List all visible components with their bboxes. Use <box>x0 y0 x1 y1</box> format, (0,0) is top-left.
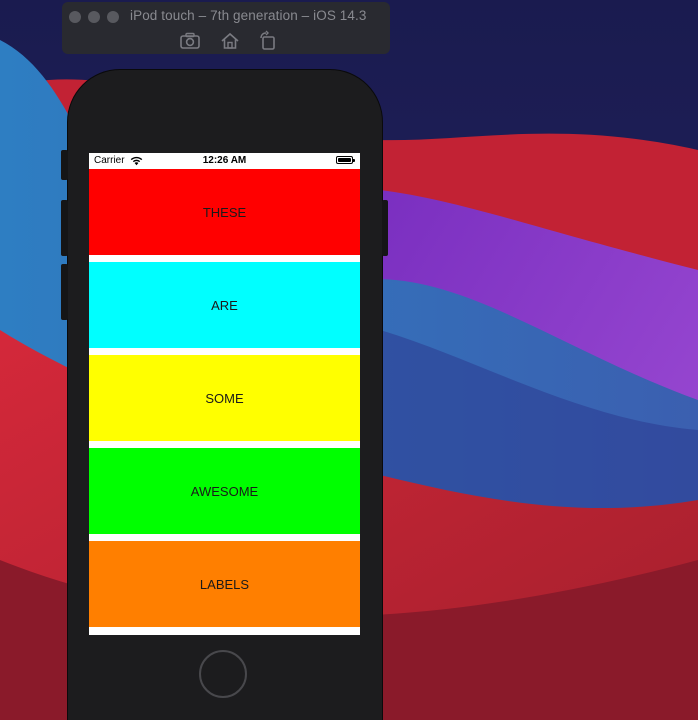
label-text: LABELS <box>199 576 250 592</box>
label-some: SOME <box>89 355 360 441</box>
zoom-window-button[interactable] <box>107 11 119 23</box>
rotate-icon[interactable] <box>257 30 279 52</box>
close-window-button[interactable] <box>69 11 81 23</box>
minimize-window-button[interactable] <box>88 11 100 23</box>
label-labels: LABELS <box>89 541 360 627</box>
simulator-title-bar: iPod touch – 7th generation – iOS 14.3 <box>62 2 390 54</box>
screenshot-icon[interactable] <box>179 30 201 52</box>
label-text: ARE <box>211 297 238 313</box>
home-button[interactable] <box>199 650 247 698</box>
simulator-title: iPod touch – 7th generation – iOS 14.3 <box>130 8 367 23</box>
status-bar: Carrier 12:26 AM <box>89 153 360 169</box>
status-time: 12:26 AM <box>202 155 247 166</box>
label-awesome: AWESOME <box>89 448 360 534</box>
label-text: THESE <box>202 204 247 220</box>
label-these: THESE <box>89 169 360 255</box>
label-text: SOME <box>205 390 244 406</box>
home-icon[interactable] <box>219 30 241 52</box>
volume-up-button <box>61 200 68 256</box>
power-button <box>382 200 388 256</box>
battery-icon <box>336 156 355 164</box>
label-are: ARE <box>89 262 360 348</box>
label-text: AWESOME <box>190 483 259 499</box>
volume-down-button <box>61 264 68 320</box>
side-button-top <box>61 150 68 180</box>
device-screen: Carrier 12:26 AM THESE ARE SOME AWESOME … <box>89 153 360 635</box>
